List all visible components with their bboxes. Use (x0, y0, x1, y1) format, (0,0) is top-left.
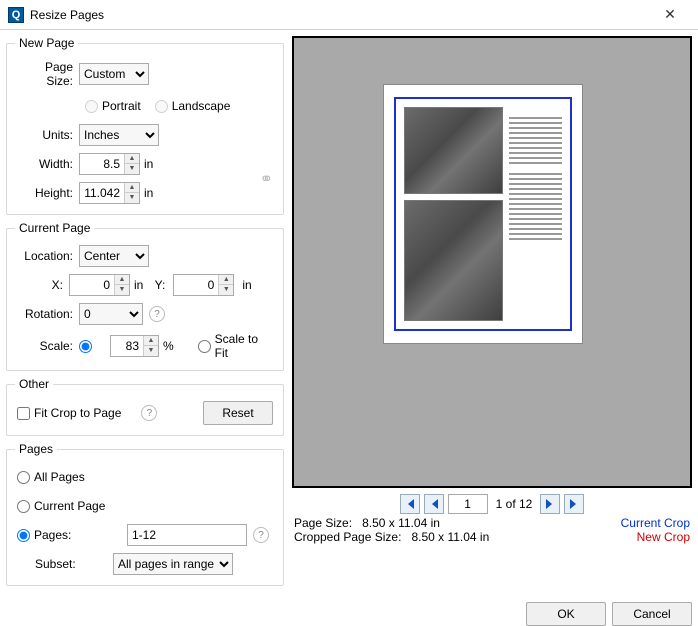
width-spinner[interactable]: ▲▼ (79, 153, 140, 175)
new-crop-label: New Crop (637, 530, 690, 544)
prev-page-icon[interactable] (424, 494, 444, 514)
width-unit: in (144, 157, 153, 171)
legend-pages: Pages (15, 442, 57, 456)
label-page-size: Page Size: (17, 60, 79, 88)
preview-area (292, 36, 692, 488)
cancel-button[interactable]: Cancel (612, 602, 692, 626)
help-icon[interactable]: ? (141, 405, 157, 421)
group-other: Other Fit Crop to Page ? Reset (6, 377, 284, 436)
titlebar: Q Resize Pages ✕ (0, 0, 698, 30)
app-icon: Q (8, 7, 24, 23)
next-page-icon[interactable] (540, 494, 560, 514)
y-unit: in (242, 278, 251, 292)
page-image (404, 107, 503, 194)
subset-select[interactable]: All pages in range (113, 553, 233, 575)
current-page-radio[interactable]: Current Page (17, 499, 105, 513)
rotation-select[interactable]: 0 (79, 303, 143, 325)
ok-button[interactable]: OK (526, 602, 606, 626)
spin-up-icon[interactable]: ▲ (125, 154, 139, 164)
scale-percent-radio[interactable] (79, 340, 96, 353)
x-input[interactable] (70, 275, 114, 295)
page-count: 1 of 12 (492, 497, 537, 511)
scale-pct: % (163, 339, 174, 353)
group-current-page: Current Page Location: Center X: ▲▼ in Y… (6, 221, 284, 371)
pages-range-input[interactable] (127, 524, 247, 546)
spin-down-icon[interactable]: ▼ (125, 193, 139, 203)
page-number-input[interactable] (448, 494, 488, 514)
label-page-size-info: Page Size: (294, 516, 352, 530)
label-units: Units: (17, 128, 79, 142)
scale-input[interactable] (111, 336, 143, 356)
first-page-icon[interactable] (400, 494, 420, 514)
fit-crop-checkbox[interactable]: Fit Crop to Page (17, 406, 121, 420)
crop-box (394, 97, 572, 331)
orientation-landscape[interactable]: Landscape (155, 99, 231, 113)
window-title: Resize Pages (30, 8, 650, 22)
pager: 1 of 12 (292, 488, 692, 516)
scale-spinner[interactable]: ▲▼ (110, 335, 159, 357)
label-cropped-size-info: Cropped Page Size: (294, 530, 401, 544)
width-input[interactable] (80, 154, 124, 174)
scale-to-fit-radio[interactable]: Scale to Fit (198, 332, 259, 360)
label-height: Height: (17, 186, 79, 200)
reset-button[interactable]: Reset (203, 401, 273, 425)
label-scale: Scale: (17, 339, 79, 353)
legend-current-page: Current Page (15, 221, 94, 235)
pages-range-radio[interactable]: Pages: (17, 528, 113, 542)
group-new-page: New Page Page Size: Custom Portrait Land… (6, 36, 284, 215)
spin-up-icon[interactable]: ▲ (125, 183, 139, 193)
help-icon[interactable]: ? (149, 306, 165, 322)
label-subset: Subset: (17, 557, 113, 571)
page-size-select[interactable]: Custom (79, 63, 149, 85)
spin-down-icon[interactable]: ▼ (125, 164, 139, 174)
all-pages-radio[interactable]: All Pages (17, 470, 85, 484)
page-image (404, 200, 503, 321)
legend-new-page: New Page (15, 36, 78, 50)
legend-other: Other (15, 377, 53, 391)
last-page-icon[interactable] (564, 494, 584, 514)
height-spinner[interactable]: ▲▼ (79, 182, 140, 204)
location-select[interactable]: Center (79, 245, 149, 267)
label-y: Y: (149, 278, 169, 292)
close-icon[interactable]: ✕ (650, 6, 690, 23)
help-icon[interactable]: ? (253, 527, 269, 543)
preview-page (383, 84, 583, 344)
label-rotation: Rotation: (17, 307, 79, 321)
y-input[interactable] (174, 275, 218, 295)
value-page-size-info: 8.50 x 11.04 in (362, 516, 440, 530)
x-spinner[interactable]: ▲▼ (69, 274, 130, 296)
value-cropped-size-info: 8.50 x 11.04 in (411, 530, 489, 544)
label-location: Location: (17, 249, 79, 263)
units-select[interactable]: Inches (79, 124, 159, 146)
page-thumbnail (404, 107, 562, 321)
current-crop-label: Current Crop (621, 516, 690, 530)
height-input[interactable] (80, 183, 124, 203)
x-unit: in (134, 278, 143, 292)
label-width: Width: (17, 157, 79, 171)
group-pages: Pages All Pages Current Page Pages: (6, 442, 284, 586)
y-spinner[interactable]: ▲▼ (173, 274, 234, 296)
link-dimensions-icon[interactable]: ⚭ (260, 169, 273, 189)
orientation-portrait[interactable]: Portrait (85, 99, 141, 113)
label-x: X: (17, 278, 69, 292)
height-unit: in (144, 186, 153, 200)
